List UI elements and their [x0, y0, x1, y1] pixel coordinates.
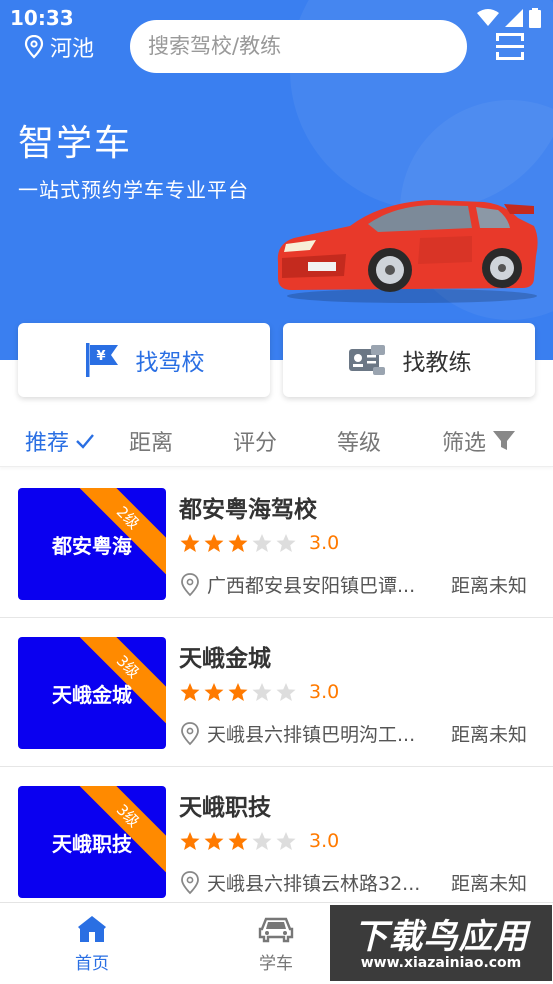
filter-level[interactable]: 等级	[337, 425, 381, 457]
school-address: 天峨县六排镇云林路32...	[207, 873, 421, 895]
car-illustration	[277, 200, 538, 303]
school-thumbnail: 3级 天峨职技	[18, 786, 166, 898]
school-list-item[interactable]: 3级 天峨金城 天峨金城 3.0 天峨县六排镇巴明沟工... 距离未知	[0, 619, 553, 767]
nav-learn-label: 学车	[259, 954, 293, 974]
nav-learn[interactable]: 学车	[231, 915, 321, 974]
star-rating: 3.0	[179, 681, 339, 703]
location-pin-icon	[24, 35, 44, 59]
school-list-item[interactable]: 3级 天峨职技 天峨职技 3.0 天峨县六排镇云林路32... 距离未知	[0, 768, 553, 916]
battery-icon	[529, 8, 541, 28]
wifi-icon	[477, 9, 499, 26]
filter-more[interactable]: 筛选	[442, 425, 516, 457]
location-pin-icon	[181, 870, 199, 894]
search-input[interactable]: 搜索驾校/教练	[130, 20, 467, 73]
filter-score[interactable]: 评分	[233, 425, 277, 457]
star-icon	[252, 832, 272, 850]
rating-value: 3.0	[309, 830, 340, 852]
location-pin-icon	[181, 721, 199, 745]
star-rating: 3.0	[179, 830, 339, 852]
star-icon	[204, 534, 224, 552]
school-name: 天峨职技	[179, 795, 271, 821]
star-icon	[276, 832, 296, 850]
check-icon	[76, 434, 94, 449]
school-distance: 距离未知	[451, 724, 528, 746]
filter-recommend-label: 推荐	[25, 431, 70, 456]
address-row: 天峨县六排镇巴明沟工... 距离未知	[179, 720, 539, 747]
school-thumbnail: 2级 都安粤海	[18, 488, 166, 600]
filter-more-label: 筛选	[442, 431, 487, 456]
filter-recommend[interactable]: 推荐	[25, 425, 95, 457]
star-icon	[204, 832, 224, 850]
watermark-brand: 下载鸟应用	[353, 917, 529, 957]
school-address: 天峨县六排镇巴明沟工...	[207, 724, 416, 746]
school-flag-icon: ¥	[85, 343, 118, 377]
app-subtitle: 一站式预约学车专业平台	[18, 178, 249, 202]
star-icon	[180, 683, 200, 701]
star-icon	[228, 832, 248, 850]
school-name: 都安粤海驾校	[179, 497, 317, 523]
filter-distance-label: 距离	[129, 431, 174, 456]
funnel-icon	[493, 431, 516, 450]
star-icon	[252, 683, 272, 701]
thumbnail-name: 都安粤海	[52, 534, 132, 558]
school-distance: 距离未知	[451, 873, 528, 895]
school-list-item[interactable]: 2级 都安粤海 都安粤海驾校 3.0 广西都安县安阳镇巴谭... 距离未知	[0, 470, 553, 618]
school-distance: 距离未知	[451, 575, 528, 597]
find-coach-button[interactable]: 找教练	[283, 323, 535, 397]
location-selector[interactable]: 河池	[24, 30, 94, 64]
find-school-label: 找驾校	[135, 350, 205, 376]
home-icon	[78, 916, 106, 942]
car-icon	[258, 917, 294, 943]
star-icon	[228, 534, 248, 552]
location-pin-icon	[181, 572, 199, 596]
star-icon	[252, 534, 272, 552]
status-icons	[477, 8, 541, 28]
find-school-button[interactable]: ¥ 找驾校	[18, 323, 270, 397]
thumbnail-name: 天峨金城	[52, 683, 132, 707]
star-icon	[204, 683, 224, 701]
coach-card-icon	[348, 345, 385, 375]
signal-icon	[505, 9, 523, 27]
star-icon	[180, 832, 200, 850]
rating-value: 3.0	[309, 532, 340, 554]
find-coach-label: 找教练	[402, 350, 472, 376]
school-name: 天峨金城	[179, 646, 271, 672]
rating-value: 3.0	[309, 681, 340, 703]
nav-home-label: 首页	[75, 954, 109, 974]
watermark-logo: 下载鸟应用 www.xiazainiao.com	[330, 905, 552, 981]
location-label: 河池	[50, 37, 95, 62]
star-icon	[276, 534, 296, 552]
address-row: 天峨县六排镇云林路32... 距离未知	[179, 869, 539, 896]
watermark-url: www.xiazainiao.com	[360, 955, 522, 971]
address-row: 广西都安县安阳镇巴谭... 距离未知	[179, 571, 539, 598]
status-time: 10:33	[10, 6, 74, 30]
school-address: 广西都安县安阳镇巴谭...	[207, 575, 416, 597]
filter-level-label: 等级	[337, 431, 382, 456]
filter-distance[interactable]: 距离	[129, 425, 173, 457]
search-placeholder: 搜索驾校/教练	[148, 34, 282, 58]
school-thumbnail: 3级 天峨金城	[18, 637, 166, 749]
star-icon	[276, 683, 296, 701]
menu-icon[interactable]	[492, 28, 528, 64]
nav-home[interactable]: 首页	[47, 915, 137, 974]
star-icon	[228, 683, 248, 701]
star-rating: 3.0	[179, 532, 339, 554]
filter-score-label: 评分	[233, 431, 278, 456]
filter-bar: 推荐 距离 评分 等级 筛选	[0, 413, 553, 467]
hero-banner: 10:33 河池 搜索驾校/教练 智学车 一站式预约学车专业平台	[0, 0, 553, 360]
app-title: 智学车	[18, 123, 133, 164]
svg-text:¥: ¥	[96, 349, 105, 364]
star-icon	[180, 534, 200, 552]
thumbnail-name: 天峨职技	[52, 832, 132, 856]
